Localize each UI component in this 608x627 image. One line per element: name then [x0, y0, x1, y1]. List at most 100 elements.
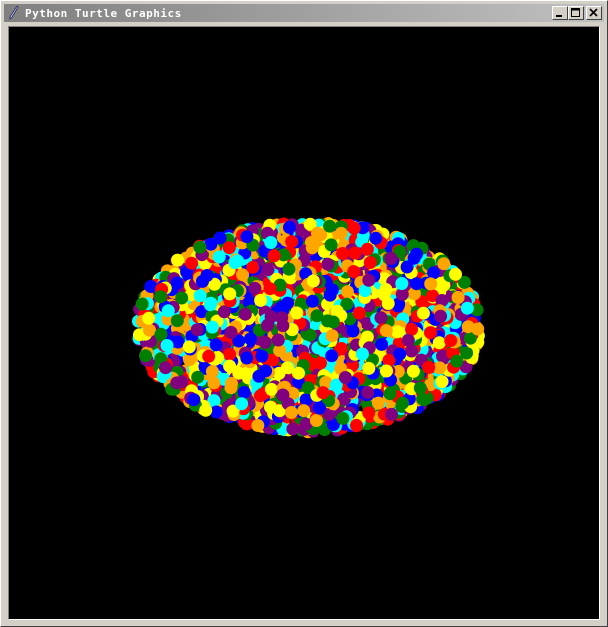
minimize-button[interactable] [552, 6, 568, 20]
dot [444, 334, 458, 347]
dot [379, 324, 393, 338]
dot [312, 401, 326, 415]
turtle-graphics-window: Python Turtle Graphics [0, 0, 608, 627]
dot [182, 340, 196, 354]
dot [379, 283, 393, 296]
dot [400, 260, 414, 274]
dot [324, 238, 338, 252]
turtle-canvas[interactable] [8, 26, 600, 620]
dot [285, 235, 299, 249]
dot [223, 359, 237, 373]
dot [410, 247, 423, 261]
dot [246, 260, 260, 274]
dot [362, 406, 376, 420]
dot [406, 364, 420, 378]
dot [160, 339, 174, 352]
close-button[interactable] [586, 6, 602, 20]
dot [207, 376, 221, 390]
dot [254, 293, 268, 307]
dot [255, 349, 269, 363]
dot [424, 326, 437, 340]
dot [171, 253, 185, 267]
dot [199, 403, 213, 417]
dot [383, 387, 397, 401]
dot [395, 277, 409, 290]
dot [355, 347, 369, 361]
dot [352, 306, 366, 320]
dot [432, 336, 446, 350]
dot [261, 318, 275, 332]
dot [238, 307, 252, 321]
dot [374, 311, 388, 325]
dot [143, 323, 156, 337]
dot [187, 393, 201, 407]
dot [283, 220, 296, 234]
dot [424, 277, 438, 291]
title-bar[interactable]: Python Turtle Graphics [4, 4, 604, 22]
dot [251, 419, 265, 432]
dot [340, 285, 354, 299]
dot [325, 329, 339, 343]
dot [413, 381, 427, 395]
dot [284, 406, 298, 419]
dot [209, 338, 223, 352]
dot [267, 249, 281, 263]
dot [396, 396, 409, 410]
dot [202, 349, 216, 363]
dot [336, 411, 350, 425]
dot-ellipse-drawing [132, 217, 485, 439]
dot [204, 237, 218, 251]
dot [228, 256, 242, 270]
dot [135, 297, 149, 311]
dot [401, 333, 415, 347]
dot [325, 349, 339, 363]
dot [362, 273, 376, 287]
dot [276, 388, 290, 402]
dot [316, 386, 330, 400]
window-title: Python Turtle Graphics [25, 6, 182, 20]
dot [369, 231, 383, 245]
dot [363, 256, 377, 269]
dot [223, 287, 237, 301]
dot [253, 389, 267, 403]
dot [306, 294, 319, 308]
dot [323, 219, 337, 233]
dot [264, 400, 277, 414]
dot [350, 418, 363, 432]
dot [305, 241, 319, 255]
dot [196, 274, 209, 288]
dot [264, 236, 278, 249]
dot [461, 320, 475, 334]
dot [290, 306, 304, 320]
dot [309, 414, 323, 427]
dot [190, 323, 204, 337]
dot [193, 289, 207, 303]
maximize-button[interactable] [568, 6, 584, 20]
dot [161, 304, 175, 318]
dot [346, 324, 360, 338]
dot [252, 369, 266, 383]
dot [451, 291, 465, 304]
dot [435, 375, 449, 389]
dot [240, 230, 254, 244]
dot [393, 347, 407, 361]
dot [348, 246, 362, 260]
dot [223, 347, 236, 361]
dot [384, 252, 398, 265]
dot [292, 366, 305, 380]
dot [375, 337, 389, 351]
dot [275, 311, 289, 325]
dot [154, 327, 168, 341]
dot [360, 242, 374, 256]
dot [306, 274, 320, 288]
dot [380, 364, 393, 378]
dot [237, 385, 251, 399]
dot [410, 277, 423, 291]
dot [449, 267, 462, 281]
dot [258, 335, 272, 349]
dot [193, 240, 207, 254]
dot [205, 320, 219, 334]
dot [142, 311, 156, 325]
dot [460, 301, 474, 315]
dot [205, 365, 219, 378]
